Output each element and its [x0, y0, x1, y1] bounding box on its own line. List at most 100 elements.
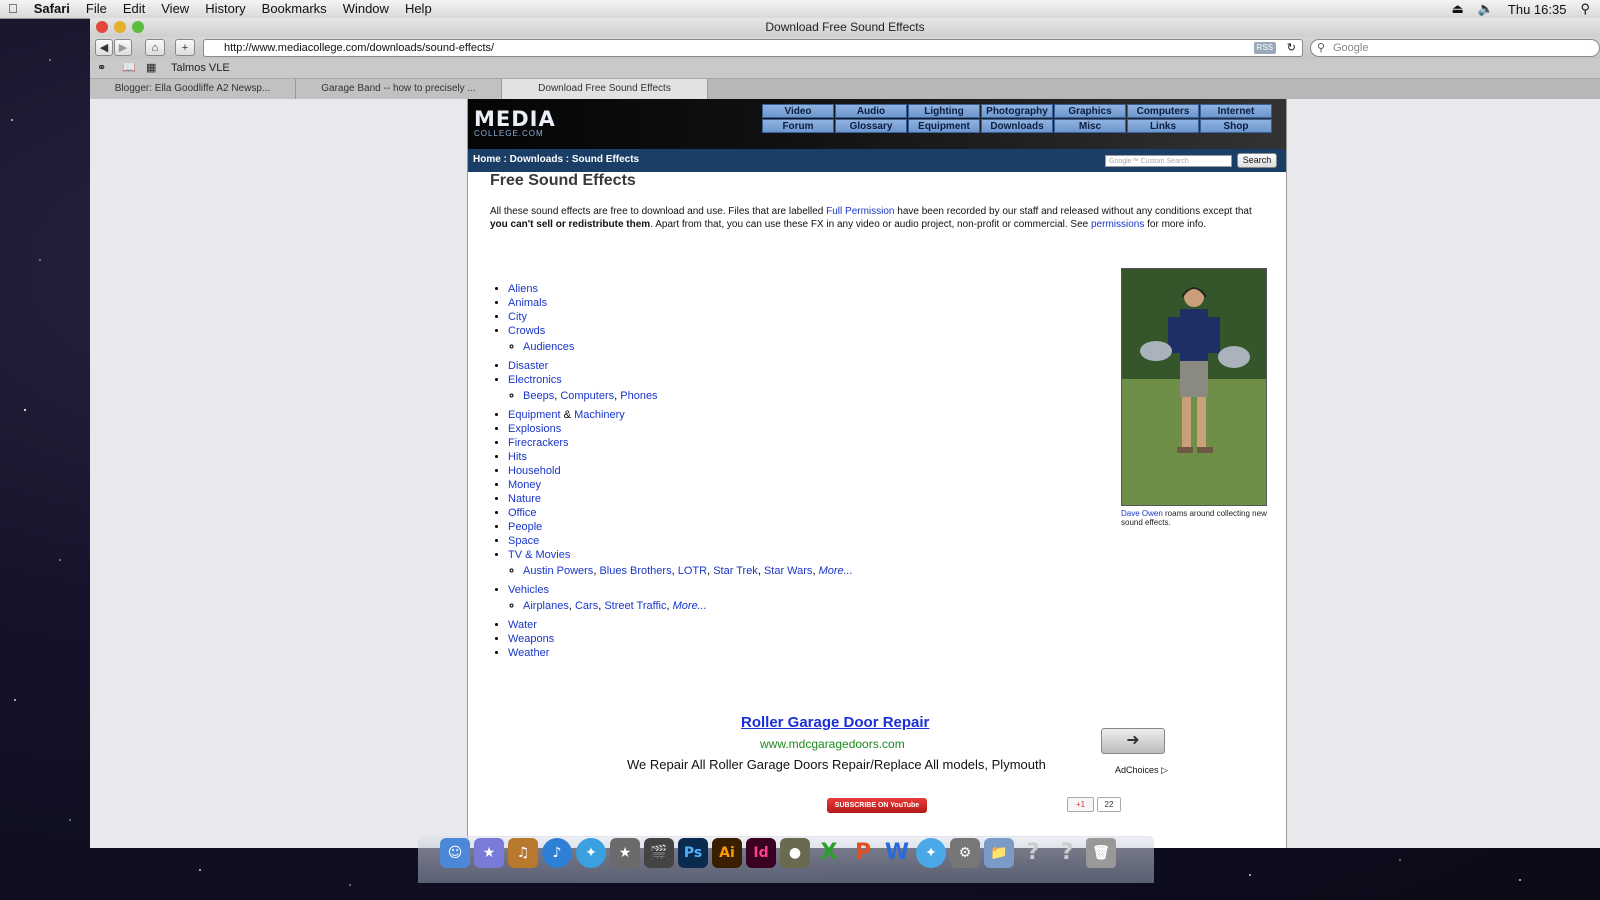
forward-icon[interactable]: ▶ [114, 39, 132, 56]
garageband-icon[interactable]: ♫ [508, 838, 538, 868]
menu-edit[interactable]: Edit [115, 0, 153, 18]
link-city[interactable]: City [508, 311, 527, 323]
link-lotr[interactable]: LOTR [678, 565, 707, 577]
link-machinery[interactable]: Machinery [574, 409, 625, 421]
link-weather[interactable]: Weather [508, 647, 549, 659]
link-cars[interactable]: Cars [575, 600, 598, 612]
final-cut-icon[interactable]: 🎬 [644, 838, 674, 868]
illustrator-icon[interactable]: Ai [712, 838, 742, 868]
link-animals[interactable]: Animals [508, 297, 547, 309]
link-computers[interactable]: Computers [560, 390, 614, 402]
link-beeps[interactable]: Beeps [523, 390, 554, 402]
unknown-app-icon[interactable]: ? [1018, 838, 1048, 868]
link-vehicles[interactable]: Vehicles [508, 584, 549, 596]
breadcrumb[interactable]: Home : Downloads : Sound Effects [473, 154, 639, 165]
link-space[interactable]: Space [508, 535, 539, 547]
link-austin-powers[interactable]: Austin Powers [523, 565, 593, 577]
link-firecrackers[interactable]: Firecrackers [508, 437, 569, 449]
ad-url[interactable]: www.mdcgaragedoors.com [760, 737, 905, 751]
nav-forum[interactable]: Forum [762, 119, 834, 133]
link-equipment[interactable]: Equipment [508, 409, 561, 421]
link-people[interactable]: People [508, 521, 542, 533]
link-audiences[interactable]: Audiences [523, 341, 574, 353]
ad-arrow-button[interactable]: ➜ [1101, 728, 1165, 754]
menu-view[interactable]: View [153, 0, 197, 18]
link-airplanes[interactable]: Airplanes [523, 600, 569, 612]
link-household[interactable]: Household [508, 465, 561, 477]
ad-choices-link[interactable]: AdChoices ▷ [1115, 765, 1168, 776]
safari-icon[interactable]: ✦ [576, 838, 606, 868]
menu-help[interactable]: Help [397, 0, 440, 18]
finder-icon[interactable]: ☺ [440, 838, 470, 868]
menu-window[interactable]: Window [335, 0, 397, 18]
link-more-vehicles[interactable]: More... [673, 600, 707, 612]
google-plus-button[interactable]: +1 [1067, 797, 1094, 812]
nav-computers[interactable]: Computers [1127, 104, 1199, 118]
url-field[interactable]: http://www.mediacollege.com/downloads/so… [203, 39, 1303, 57]
site-logo[interactable]: MEDIA COLLEGE.COM [474, 109, 556, 138]
apple-icon[interactable]:  [0, 0, 26, 18]
bookmarks-icon[interactable]: 📖 [122, 59, 136, 78]
link-office[interactable]: Office [508, 507, 537, 519]
link-money[interactable]: Money [508, 479, 541, 491]
tab-sound-effects[interactable]: Download Free Sound Effects [502, 79, 708, 99]
link-more-tv[interactable]: More... [819, 565, 853, 577]
nav-internet[interactable]: Internet [1200, 104, 1272, 118]
permissions-link[interactable]: permissions [1091, 219, 1144, 230]
home-icon[interactable]: ⌂ [145, 39, 165, 56]
menu-file[interactable]: File [78, 0, 115, 18]
reading-list-icon[interactable]: ⚭ [97, 59, 106, 78]
menu-app[interactable]: Safari [26, 0, 78, 18]
system-preferences-icon[interactable]: ⚙ [950, 838, 980, 868]
excel-icon[interactable]: X [814, 838, 844, 868]
eject-icon[interactable]: ⏏ [1451, 1, 1463, 17]
nav-photography[interactable]: Photography [981, 104, 1053, 118]
nav-video[interactable]: Video [762, 104, 834, 118]
nav-glossary[interactable]: Glossary [835, 119, 907, 133]
minimize-button[interactable] [114, 21, 126, 33]
link-water[interactable]: Water [508, 619, 537, 631]
back-icon[interactable]: ◀ [95, 39, 113, 56]
link-weapons[interactable]: Weapons [508, 633, 554, 645]
clock[interactable]: Thu 16:35 [1508, 2, 1567, 17]
link-crowds[interactable]: Crowds [508, 325, 545, 337]
bookmark-talmos[interactable]: Talmos VLE [171, 59, 230, 78]
nav-audio[interactable]: Audio [835, 104, 907, 118]
close-button[interactable] [96, 21, 108, 33]
youtube-subscribe-button[interactable]: SUBSCRIBE ON YouTube [827, 798, 927, 813]
full-permission-link[interactable]: Full Permission [826, 206, 894, 217]
dave-owen-link[interactable]: Dave Owen [1121, 509, 1163, 518]
link-star-trek[interactable]: Star Trek [713, 565, 758, 577]
add-bookmark-icon[interactable]: + [175, 39, 195, 56]
link-tv-movies[interactable]: TV & Movies [508, 549, 570, 561]
search-button[interactable]: Search [1237, 153, 1277, 168]
tab-blogger[interactable]: Blogger: Ella Goodliffe A2 Newsp... [90, 79, 296, 99]
custom-search-input[interactable]: Google™ Custom Search [1105, 155, 1232, 167]
link-nature[interactable]: Nature [508, 493, 541, 505]
google-search-field[interactable]: ⚲ Google [1310, 39, 1600, 57]
ad-title-link[interactable]: Roller Garage Door Repair [741, 714, 929, 731]
applications-folder-icon[interactable]: 📁 [984, 838, 1014, 868]
nav-equipment[interactable]: Equipment [908, 119, 980, 133]
volume-icon[interactable]: 🔈 [1478, 1, 1494, 17]
link-blues-brothers[interactable]: Blues Brothers [599, 565, 671, 577]
top-sites-icon[interactable]: ▦ [146, 59, 156, 78]
link-hits[interactable]: Hits [508, 451, 527, 463]
nav-downloads[interactable]: Downloads [981, 119, 1053, 133]
nav-graphics[interactable]: Graphics [1054, 104, 1126, 118]
rss-badge[interactable]: RSS [1253, 42, 1276, 54]
tab-garageband[interactable]: Garage Band -- how to precisely ... [296, 79, 502, 99]
nav-shop[interactable]: Shop [1200, 119, 1272, 133]
zoom-button[interactable] [132, 21, 144, 33]
link-explosions[interactable]: Explosions [508, 423, 561, 435]
iphoto-icon[interactable]: ● [780, 838, 810, 868]
link-street-traffic[interactable]: Street Traffic [604, 600, 666, 612]
powerpoint-icon[interactable]: P [848, 838, 878, 868]
link-electronics[interactable]: Electronics [508, 374, 562, 386]
photoshop-icon[interactable]: Ps [678, 838, 708, 868]
comic-life-icon[interactable]: ★ [474, 838, 504, 868]
nav-lighting[interactable]: Lighting [908, 104, 980, 118]
link-star-wars[interactable]: Star Wars [764, 565, 813, 577]
link-disaster[interactable]: Disaster [508, 360, 548, 372]
spotlight-icon[interactable]: ⚲ [1580, 1, 1590, 17]
